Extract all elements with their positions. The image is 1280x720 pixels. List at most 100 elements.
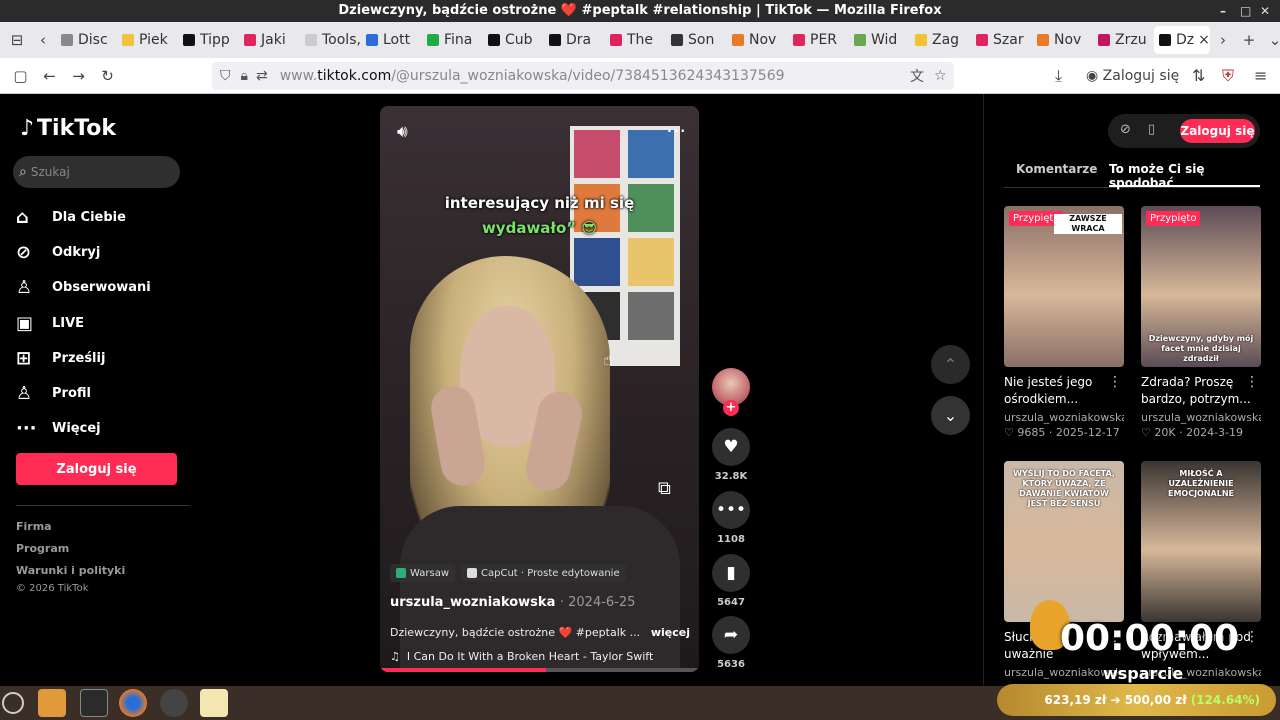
browser-tab[interactable]: Disc [56,26,117,54]
browser-tab[interactable]: Wid [849,26,910,54]
translate-icon[interactable]: 文 [910,66,924,86]
start-menu-icon[interactable] [2,692,24,714]
terminal-icon[interactable] [80,689,108,717]
tab-scroll-right-icon[interactable]: › [1210,31,1236,49]
video-music[interactable]: ♫ I Can Do It With a Broken Heart - Tayl… [390,650,653,663]
reload-icon[interactable]: ↻ [93,67,122,85]
sidebar-item-0[interactable]: ⌂ Dla Ciebie [16,200,186,235]
minimize-button[interactable]: – [1220,0,1226,22]
firefox-icon[interactable] [119,689,147,717]
bookmark-star-icon[interactable]: ☆ [934,68,947,84]
video-thumbnail[interactable]: MIŁOŚĆ A UZALEŻNIENIE EMOCJONALNE [1141,461,1261,622]
tab-close-icon[interactable]: × [1198,32,1210,48]
sidebar-item-5[interactable]: ♙ Profil [16,376,186,411]
permissions-icon[interactable]: ⇄ [256,68,268,84]
video-author[interactable]: urszula_wozniakowska · 2024-6-25 [390,595,635,610]
heart-icon[interactable]: ♥ [712,428,750,466]
maximize-button[interactable]: □ [1240,0,1251,22]
browser-tab[interactable]: Nov [727,26,788,54]
video-thumbnail[interactable]: WYŚLIJ TO DO FACETA, KTÓRY UWAŻA, ŻE DAW… [1004,461,1124,622]
picture-in-picture-icon[interactable]: ⧉ [658,478,671,499]
browser-tab[interactable]: Cub [483,26,544,54]
sidebar-item-1[interactable]: ⊘ Odkryj [16,235,186,270]
browser-tab[interactable]: Dra [544,26,605,54]
footer-link-company[interactable]: Firma [16,520,52,533]
phone-icon[interactable]: ▯ [1148,122,1155,137]
browser-tab[interactable]: Fina [422,26,483,54]
card-title[interactable]: Zdrada? Proszę bardzo, potrzym... [1141,374,1251,408]
browser-tab[interactable]: Nov [1032,26,1093,54]
share-icon[interactable]: ➦ [712,616,750,654]
browser-tab[interactable]: Szar [971,26,1032,54]
tab-overview-icon[interactable]: ⊟ [4,31,30,49]
more-button[interactable]: więcej [651,626,690,639]
files-icon[interactable] [38,689,66,717]
forward-icon[interactable]: → [64,67,93,85]
browser-tab[interactable]: Lott [361,26,422,54]
tab-suggested[interactable]: To może Ci się spodobać [1109,162,1260,190]
browser-tab[interactable]: Piek [117,26,178,54]
back-icon[interactable]: ← [35,67,64,85]
tab-list-icon[interactable]: ⌄ [1262,31,1280,49]
volume-icon[interactable]: 🔊︎ [397,122,408,142]
ublock-icon[interactable]: ⛨ [1222,66,1234,86]
music-title[interactable]: I Can Do It With a Broken Heart - Taylor… [407,650,653,663]
account-button[interactable]: ◉ Zaloguj się [1086,68,1179,84]
footer-link-program[interactable]: Program [16,542,69,555]
card-title[interactable]: Nie jesteś jego ośrodkiem... [1004,374,1114,408]
video-thumbnail[interactable]: Przypięto ZAWSZE WRACA [1004,206,1124,367]
card-more-icon[interactable]: ⋮ [1108,374,1122,390]
browser-tab[interactable]: Tipp [178,26,239,54]
suggested-video-card[interactable]: Przypięto Dziewczyny, gdyby mój facet mni… [1141,206,1261,439]
author-name[interactable]: urszula_wozniakowska [390,595,555,610]
menu-icon[interactable]: ≡ [1254,66,1267,85]
sidebar-item-4[interactable]: ⊞ Prześlij [16,341,186,376]
card-more-icon[interactable]: ⋮ [1245,629,1259,645]
previous-video-button[interactable]: ⌃ [931,345,970,384]
close-window-button[interactable]: ✕ [1260,0,1270,22]
tab-comments[interactable]: Komentarze [1016,162,1097,176]
video-progress-bar[interactable] [380,668,699,672]
lock-icon[interactable]: 🔒︎ [241,68,248,84]
browser-tab[interactable]: Dz × [1154,26,1210,54]
url-bar[interactable]: ⛉ 🔒︎ ⇄ www.tiktok.com/@urszula_wozniakow… [212,62,954,90]
share-action[interactable]: ➦ 5636 [712,616,750,670]
shield-icon[interactable]: ⛉ [220,68,231,84]
sidebar-item-6[interactable]: ··· Więcej [16,411,186,446]
follow-plus-icon[interactable]: + [723,400,739,416]
browser-tab[interactable]: Son [666,26,727,54]
sidebar-item-3[interactable]: ▣ LIVE [16,306,186,341]
sidebar-login-button[interactable]: Zaloguj się [16,453,177,485]
video-more-icon[interactable]: ⋯ [666,118,686,142]
extensions-icon[interactable]: ⇅ [1192,66,1205,85]
browser-tab[interactable]: PER [788,26,849,54]
sidebar-item-2[interactable]: ♙ Obserwowani [16,270,186,305]
new-tab-icon[interactable]: + [1236,31,1262,49]
card-username[interactable]: urszula_wozniakowska [1141,411,1261,424]
search-input[interactable]: ⌕ Szukaj [13,156,180,188]
browser-tab[interactable]: Zag [910,26,971,54]
browser-tab[interactable]: The [605,26,666,54]
browser-tab[interactable]: Jaki [239,26,300,54]
video-player[interactable]: interesujący niż mi się wydawało” 😎 🔊︎ ⋯… [380,106,699,672]
obs-icon[interactable] [160,689,188,717]
footer-link-terms[interactable]: Warunki i polityki [16,564,125,577]
card-more-icon[interactable]: ⋮ [1245,374,1259,390]
browser-tab[interactable]: Tools, t [300,26,361,54]
capcut-tag[interactable]: CapCut · Proste edytowanie [461,564,626,582]
tab-scroll-left-icon[interactable]: ‹ [30,31,56,49]
bookmark-action[interactable]: ▮ 5647 [712,554,750,608]
download-icon[interactable]: ⤓ [1055,66,1062,86]
bookmark-icon[interactable]: ▮ [712,554,750,592]
header-login-button[interactable]: Zaloguj się [1180,119,1255,143]
heart-action[interactable]: ♥ 32.8K [712,428,750,482]
sidebar-toggle-icon[interactable]: ▢ [6,67,35,85]
tiktok-logo[interactable]: ♪ TikTok [20,116,116,141]
suggested-video-card[interactable]: Przypięto ZAWSZE WRACA Nie jesteś jego ośr… [1004,206,1124,439]
comment-icon[interactable]: ••• [712,491,750,529]
compass-icon[interactable]: ⊘ [1120,122,1131,137]
text-editor-icon[interactable] [200,689,228,717]
comment-action[interactable]: ••• 1108 [712,491,750,545]
video-thumbnail[interactable]: Przypięto Dziewczyny, gdyby mój facet mni… [1141,206,1261,367]
location-tag[interactable]: Warsaw [390,564,456,582]
